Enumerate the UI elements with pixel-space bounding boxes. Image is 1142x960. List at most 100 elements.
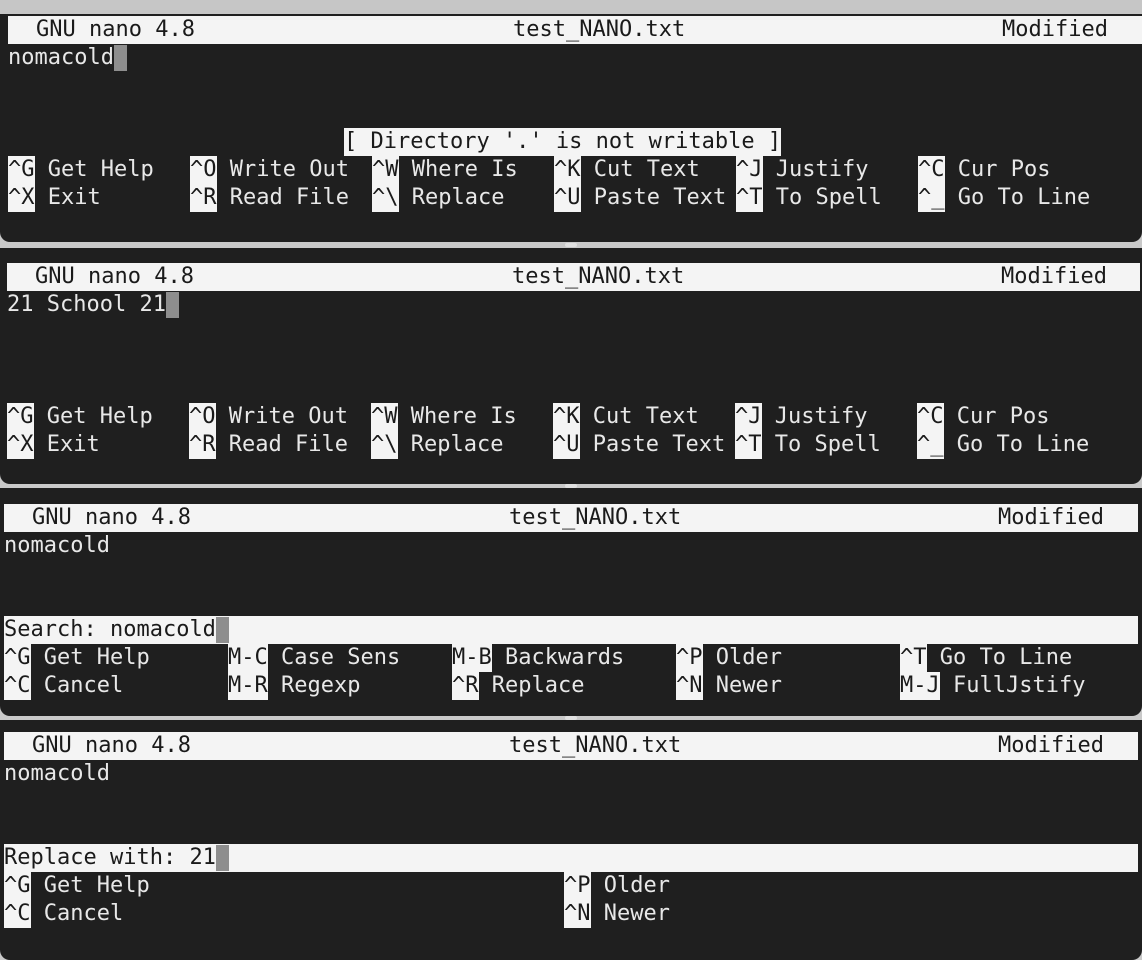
shortcut-label: Paste Text — [592, 432, 726, 457]
search-prompt[interactable]: Search: nomacold — [4, 616, 1138, 644]
shortcut-go-to-line[interactable]: ^_ Go To Line — [918, 184, 1090, 212]
shortcut-label: Write Out — [228, 404, 348, 429]
shortcut-label: Get Help — [43, 645, 150, 670]
shortcut-key: ^P — [564, 872, 591, 900]
shortcut-key: ^C — [4, 900, 31, 928]
shortcut-older[interactable]: ^P Older — [564, 872, 670, 900]
terminal-pane-3: GNU nano 4.8 test_NANO.txt Modified noma… — [0, 488, 1142, 716]
shortcut-where-is[interactable]: ^W Where Is — [371, 403, 517, 431]
shortcut-label: To Spell — [775, 185, 882, 210]
shortcut-key: ^_ — [918, 184, 945, 212]
shortcut-key: ^O — [190, 156, 217, 184]
shortcut-paste-text[interactable]: ^U Paste Text — [554, 184, 726, 212]
shortcut-label: Get Help — [46, 404, 153, 429]
modified-status: Modified — [1002, 17, 1108, 42]
shortcut-paste-text[interactable]: ^U Paste Text — [553, 431, 725, 459]
terminal-pane-1: GNU nano 4.8 test_NANO.txt Modified noma… — [0, 0, 1142, 242]
shortcut-newer[interactable]: ^N Newer — [564, 900, 670, 928]
text-cursor — [165, 292, 179, 318]
shortcut-label: Replace — [411, 185, 505, 210]
editor-buffer-line[interactable]: nomacold — [4, 532, 110, 560]
shortcut-key: ^_ — [917, 431, 944, 459]
shortcut-label: Cancel — [43, 673, 124, 698]
shortcut-read-file[interactable]: ^R Read File — [189, 431, 348, 459]
shortcut-older[interactable]: ^P Older — [676, 644, 782, 672]
shortcut-label: Replace — [491, 673, 585, 698]
shortcut-cur-pos[interactable]: ^C Cur Pos — [918, 156, 1050, 184]
replace-prompt[interactable]: Replace with: 21 — [4, 844, 1138, 872]
shortcut-get-help[interactable]: ^G Get Help — [4, 644, 150, 672]
shortcut-get-help[interactable]: ^G Get Help — [8, 156, 154, 184]
shortcut-exit[interactable]: ^X Exit — [8, 184, 101, 212]
shortcut-replace[interactable]: ^\ Replace — [372, 184, 504, 212]
file-name: test_NANO.txt — [509, 733, 682, 758]
shortcut-get-help[interactable]: ^G Get Help — [4, 872, 150, 900]
shortcut-key: ^C — [4, 672, 31, 700]
shortcut-label: Go To Line — [956, 432, 1090, 457]
editor-buffer-line[interactable]: nomacold — [8, 44, 127, 72]
shortcut-cut-text[interactable]: ^K Cut Text — [553, 403, 699, 431]
shortcut-justify[interactable]: ^J Justify — [736, 156, 868, 184]
shortcut-key: ^R — [190, 184, 217, 212]
shortcut-label: Cancel — [43, 901, 124, 926]
shortcut-key: ^X — [7, 431, 34, 459]
shortcut-backwards[interactable]: M-B Backwards — [452, 644, 624, 672]
prompt-label: Search: — [4, 617, 110, 642]
shortcut-label: Backwards — [505, 645, 625, 670]
replace-input[interactable]: 21 — [189, 845, 216, 870]
shortcut-label: Cut Text — [593, 157, 700, 182]
shortcut-label: Cur Pos — [957, 157, 1051, 182]
app-version: GNU nano 4.8 — [36, 17, 195, 42]
shortcut-key: ^C — [917, 403, 944, 431]
shortcut-key: M-J — [900, 672, 940, 700]
shortcut-go-to-line[interactable]: ^_ Go To Line — [917, 431, 1089, 459]
shortcut-label: Exit — [47, 185, 101, 210]
shortcut-label: Regexp — [281, 673, 361, 698]
shortcut-cancel[interactable]: ^C Cancel — [4, 900, 123, 928]
shortcut-key: ^N — [564, 900, 591, 928]
shortcut-label: Newer — [715, 673, 782, 698]
app-version: GNU nano 4.8 — [32, 733, 191, 758]
app-version: GNU nano 4.8 — [32, 505, 191, 530]
shortcut-cut-text[interactable]: ^K Cut Text — [554, 156, 700, 184]
shortcut-cancel[interactable]: ^C Cancel — [4, 672, 123, 700]
shortcut-replace[interactable]: ^\ Replace — [371, 431, 503, 459]
shortcut-key: ^P — [676, 644, 703, 672]
shortcut-regexp[interactable]: M-R Regexp — [228, 672, 360, 700]
shortcut-write-out[interactable]: ^O Write Out — [190, 156, 349, 184]
shortcut-label: Justify — [775, 157, 869, 182]
shortcut-read-file[interactable]: ^R Read File — [190, 184, 349, 212]
shortcut-go-to-line[interactable]: ^T Go To Line — [900, 644, 1072, 672]
terminal-pane-2: GNU nano 4.8 test_NANO.txt Modified 21 S… — [0, 248, 1142, 484]
shortcut-to-spell[interactable]: ^T To Spell — [735, 431, 881, 459]
shortcut-key: ^R — [189, 431, 216, 459]
file-name: test_NANO.txt — [512, 264, 685, 289]
search-input[interactable]: nomacold — [110, 617, 216, 642]
shortcut-to-spell[interactable]: ^T To Spell — [736, 184, 882, 212]
shortcut-full-justify[interactable]: M-J FullJstify — [900, 672, 1085, 700]
shortcut-write-out[interactable]: ^O Write Out — [189, 403, 348, 431]
shortcut-label: Write Out — [229, 157, 349, 182]
shortcut-label: Exit — [46, 432, 100, 457]
shortcut-label: Replace — [410, 432, 504, 457]
shortcut-replace[interactable]: ^R Replace — [452, 672, 584, 700]
shortcut-label: Where Is — [411, 157, 518, 182]
shortcut-label: FullJstify — [953, 673, 1086, 698]
shortcut-label: Get Help — [47, 157, 154, 182]
status-message: [ Directory '.' is not writable ] — [344, 128, 782, 156]
text-cursor — [215, 845, 229, 871]
editor-buffer-line[interactable]: 21 School 21 — [7, 291, 179, 319]
shortcut-justify[interactable]: ^J Justify — [735, 403, 867, 431]
split-divider-handle[interactable] — [565, 243, 577, 247]
modified-status: Modified — [998, 733, 1104, 758]
buffer-text: nomacold — [4, 533, 110, 558]
editor-buffer-line[interactable]: nomacold — [4, 760, 110, 788]
shortcut-key: ^O — [189, 403, 216, 431]
shortcut-cur-pos[interactable]: ^C Cur Pos — [917, 403, 1049, 431]
shortcut-where-is[interactable]: ^W Where Is — [372, 156, 518, 184]
shortcut-case-sens[interactable]: M-C Case Sens — [228, 644, 400, 672]
shortcut-get-help[interactable]: ^G Get Help — [7, 403, 153, 431]
shortcut-exit[interactable]: ^X Exit — [7, 431, 100, 459]
shortcut-newer[interactable]: ^N Newer — [676, 672, 782, 700]
shortcut-key: ^C — [918, 156, 945, 184]
